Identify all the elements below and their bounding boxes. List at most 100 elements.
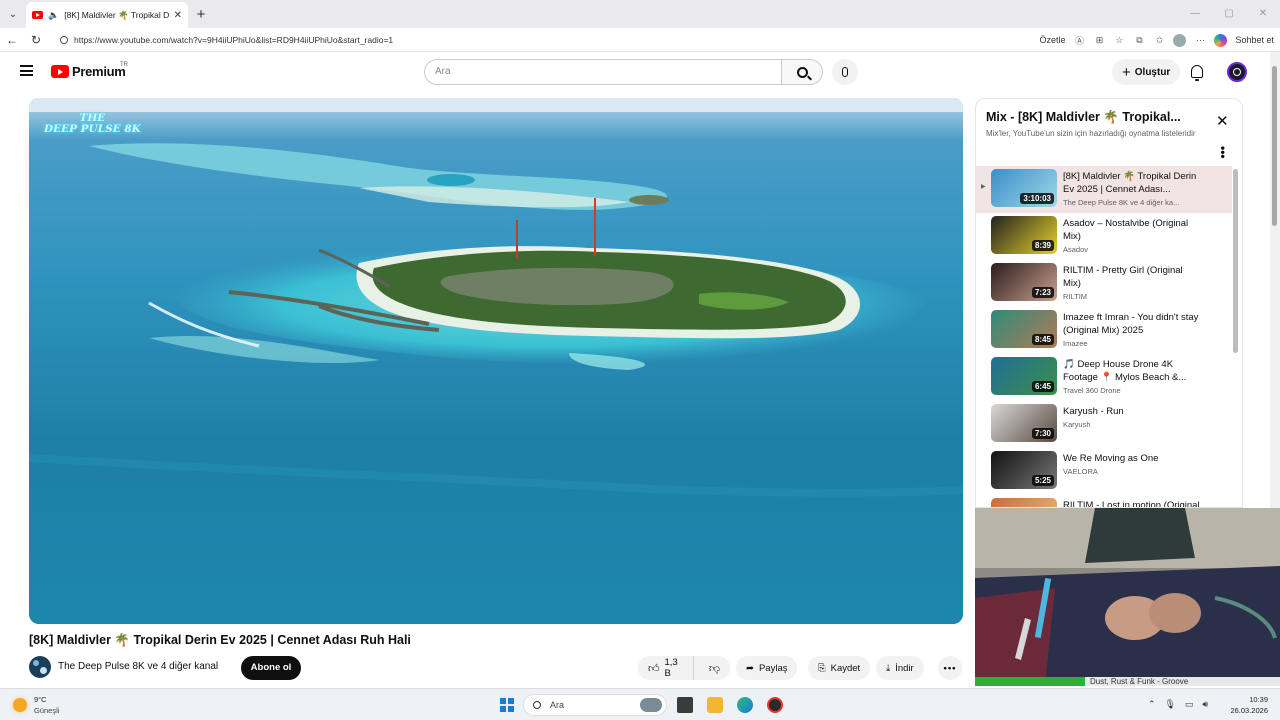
apps-icon[interactable]: ⊞ xyxy=(1093,35,1105,46)
weather-condition: Güneşli xyxy=(34,706,60,715)
now-playing-text: Dust, Rust & Funk - Groove xyxy=(1090,677,1189,686)
playlist-item-title: Asadov – Nostalvibe (Original Mix) xyxy=(1063,218,1189,242)
url-text: https://www.youtube.com/watch?v=9H4iiUPh… xyxy=(74,34,394,45)
country-code: TR xyxy=(120,62,128,68)
youtube-premium-logo[interactable]: Premium xyxy=(51,64,126,79)
page-scrollbar-thumb[interactable] xyxy=(1272,66,1277,226)
browser-tab[interactable]: 🔈 [8K] Maldivler 🌴 Tropikal De ✕ xyxy=(26,2,188,28)
file-explorer-icon[interactable] xyxy=(707,697,723,713)
url-field[interactable]: https://www.youtube.com/watch?v=9H4iiUPh… xyxy=(54,30,1014,50)
tray-network-icon[interactable]: ▭ xyxy=(1185,699,1194,710)
playlist-item-thumbnail[interactable]: 8:39 xyxy=(991,216,1057,254)
duration-badge: 7:30 xyxy=(1031,428,1054,439)
playlist-scrollbar[interactable] xyxy=(1233,169,1238,353)
address-bar: ← ↻ https://www.youtube.com/watch?v=9H4i… xyxy=(0,28,1280,52)
more-actions-button[interactable]: ••• xyxy=(938,656,962,680)
notifications-bell-icon[interactable] xyxy=(1191,65,1203,81)
edge-browser-icon[interactable] xyxy=(737,697,753,713)
taskbar-search-icon xyxy=(533,701,541,709)
summarize-button[interactable]: Özetle xyxy=(1039,35,1065,45)
clock-time[interactable]: 10:39 xyxy=(1218,695,1268,704)
channel-watermark: THE DEEP PULSE 8K xyxy=(44,113,141,135)
playlist-item[interactable]: 7:23 RILTIM - Pretty Girl (Original Mix) R… xyxy=(976,260,1232,307)
channel-avatar[interactable] xyxy=(29,656,51,678)
share-icon: ➦ xyxy=(746,662,754,674)
share-button[interactable]: ➦ Paylaş xyxy=(736,656,798,680)
watermark-line2: DEEP PULSE 8K xyxy=(44,123,141,135)
download-button[interactable]: ⤓ İndir xyxy=(876,656,924,680)
playlist-item-channel: Karyush xyxy=(1063,420,1091,429)
close-playlist-icon[interactable]: ✕ xyxy=(1216,112,1229,130)
close-tab-icon[interactable]: ✕ xyxy=(174,10,182,21)
playlist-item-thumbnail[interactable]: 7:30 xyxy=(991,404,1057,442)
clock-date[interactable]: 26.03.2026 xyxy=(1218,706,1268,715)
tab-list-chevron-icon[interactable]: ⌄ xyxy=(0,0,26,28)
playlist-title[interactable]: Mix - [8K] Maldivler 🌴 Tropikal... xyxy=(986,110,1206,125)
youtube-logo-icon xyxy=(51,65,69,78)
profile-icon[interactable] xyxy=(1173,33,1187,47)
download-icon: ⤓ xyxy=(886,662,891,674)
subscribe-button[interactable]: Abone ol xyxy=(241,656,301,680)
extensions-icon[interactable]: ⧉ xyxy=(1133,35,1145,46)
browser-menu-icon[interactable]: ··· xyxy=(1194,35,1206,45)
video-player[interactable] xyxy=(29,98,963,624)
dislike-button[interactable]: 👎︎ xyxy=(699,662,730,675)
immersive-reader-icon[interactable]: Ⓐ xyxy=(1073,34,1085,47)
tray-chevron-icon[interactable]: ⌃ xyxy=(1148,699,1156,710)
playlist-item-thumbnail[interactable]: 6:45 xyxy=(991,357,1057,395)
duration-badge: 5:25 xyxy=(1031,475,1054,486)
minimize-icon[interactable]: — xyxy=(1178,0,1212,28)
obs-recorder-icon[interactable] xyxy=(767,697,783,713)
video-frame-image xyxy=(29,98,963,624)
duration-badge: 7:23 xyxy=(1031,287,1054,298)
speaker-icon[interactable]: 🔈 xyxy=(48,10,59,21)
voice-search-button[interactable] xyxy=(832,59,858,85)
sun-icon[interactable] xyxy=(13,698,27,712)
playlist-item-thumbnail[interactable]: 3:10:03 xyxy=(991,169,1057,207)
playlist-item[interactable]: 7:30 Karyush - Run Karyush xyxy=(976,401,1232,448)
playlist-menu-icon[interactable]: ••• xyxy=(1216,146,1230,159)
webcam-overlay xyxy=(975,508,1280,685)
playlist-item-channel: Travel 360 Drone xyxy=(1063,386,1121,395)
playlist-item[interactable]: ▶ 3:10:03 [8K] Maldivler 🌴 Tropikal Derin … xyxy=(976,166,1232,213)
tray-mic-icon[interactable]: 🎙︎ xyxy=(1165,699,1176,710)
task-view-icon[interactable] xyxy=(677,697,693,713)
video-title: [8K] Maldivler 🌴 Tropikal Derin Ev 2025 … xyxy=(29,633,411,647)
now-playing-indicator-icon: ▶ xyxy=(981,184,986,190)
taskbar-search[interactable]: Ara xyxy=(523,694,667,716)
refresh-button[interactable]: ↻ xyxy=(24,33,48,47)
playlist-item-thumbnail[interactable] xyxy=(991,498,1057,507)
like-button[interactable]: 👍︎ 1,3 B xyxy=(638,656,694,680)
new-tab-button[interactable]: + xyxy=(188,6,214,23)
search-button[interactable] xyxy=(781,59,823,85)
create-button[interactable]: + Oluştur xyxy=(1112,59,1181,85)
copilot-icon[interactable] xyxy=(1214,33,1228,47)
maximize-icon[interactable]: ▢ xyxy=(1212,0,1246,28)
site-info-icon[interactable] xyxy=(60,35,68,44)
tray-volume-icon[interactable]: 🔊︎ xyxy=(1203,699,1209,710)
playlist-item[interactable]: 8:45 Imazee ft Imran - You didn't stay (O… xyxy=(976,307,1232,354)
windows-start-icon[interactable] xyxy=(500,698,514,712)
copilot-button[interactable]: Sohbet et xyxy=(1235,35,1274,45)
playlist-item-thumbnail[interactable]: 5:25 xyxy=(991,451,1057,489)
playlist-item-channel: VAELORA xyxy=(1063,467,1098,476)
favorite-star-icon[interactable]: ☆ xyxy=(1113,35,1125,46)
playlist-item[interactable]: 5:25 We Re Moving as One VAELORA xyxy=(976,448,1232,495)
playlist-item-thumbnail[interactable]: 8:45 xyxy=(991,310,1057,348)
close-window-icon[interactable]: ✕ xyxy=(1246,0,1280,28)
account-avatar[interactable] xyxy=(1227,62,1247,82)
hamburger-menu-icon[interactable] xyxy=(20,65,33,76)
taskbar-search-label: Ara xyxy=(550,700,565,710)
playlist-item-thumbnail[interactable]: 7:23 xyxy=(991,263,1057,301)
back-button[interactable]: ← xyxy=(0,33,24,47)
search-input[interactable]: Ara xyxy=(424,59,782,85)
favorites-icon[interactable]: ✩ xyxy=(1153,35,1165,46)
playlist-item[interactable]: RILTIM - Lost in motion (Original Mix) xyxy=(976,495,1232,508)
channel-name[interactable]: The Deep Pulse 8K ve 4 diğer kanal xyxy=(58,661,218,672)
playlist-item[interactable]: 8:39 Asadov – Nostalvibe (Original Mix) As… xyxy=(976,213,1232,260)
playlist-item-title: RILTIM - Lost in motion (Original Mix) xyxy=(1063,500,1200,508)
playlist-item[interactable]: 6:45 🎵 Deep House Drone 4K Footage 📍 Mylo… xyxy=(976,354,1232,401)
download-label: İndir xyxy=(895,662,914,674)
save-button[interactable]: ⎘ Kaydet xyxy=(808,656,871,680)
thumbs-up-icon: 👍︎ xyxy=(648,662,660,675)
